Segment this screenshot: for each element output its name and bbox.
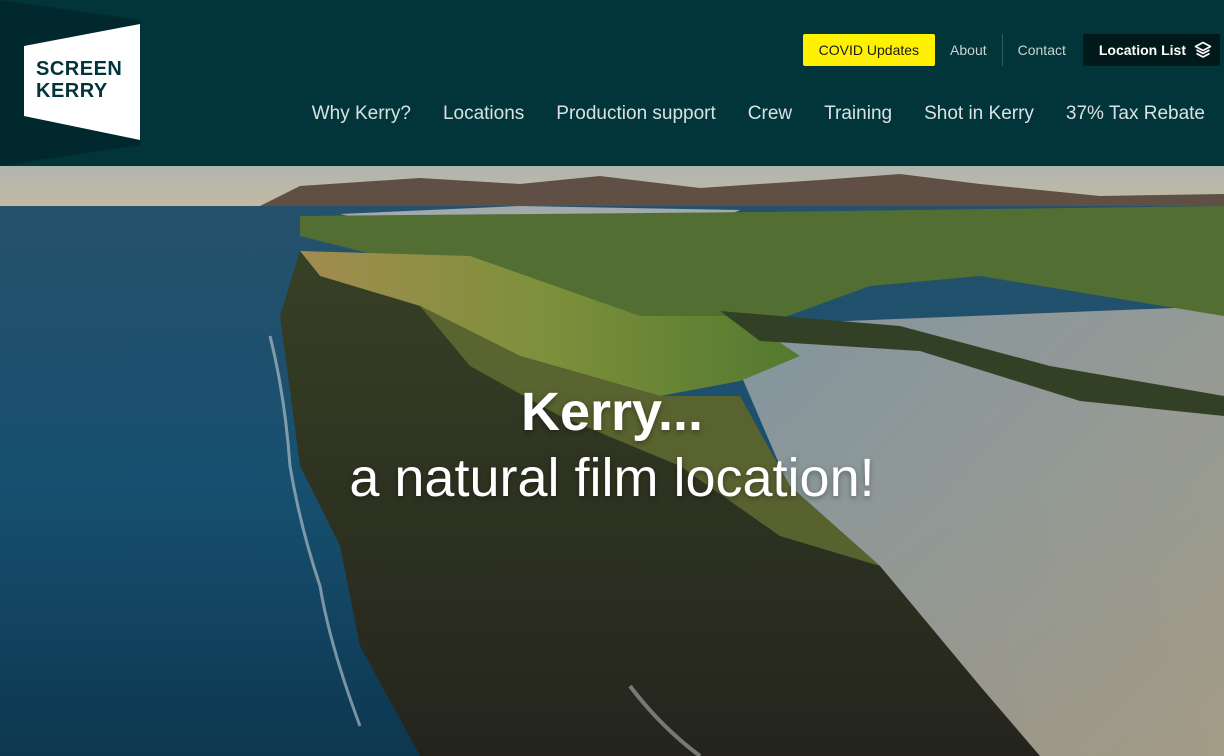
contact-link[interactable]: Contact: [1003, 34, 1081, 66]
nav-production-support[interactable]: Production support: [556, 100, 716, 128]
nav-tax-rebate[interactable]: 37% Tax Rebate: [1066, 100, 1205, 128]
about-link[interactable]: About: [935, 34, 1002, 66]
logo-line-2: KERRY: [36, 80, 108, 102]
location-list-button[interactable]: Location List: [1082, 34, 1220, 66]
nav-locations[interactable]: Locations: [443, 100, 524, 128]
hero-banner: Kerry... a natural film location!: [0, 166, 1224, 756]
utility-nav: COVID Updates About Contact Location Lis…: [802, 34, 1220, 66]
location-list-label: Location List: [1098, 42, 1186, 58]
logo-text[interactable]: SCREEN KERRY: [36, 58, 122, 102]
nav-shot-in-kerry[interactable]: Shot in Kerry: [924, 100, 1034, 128]
nav-why-kerry[interactable]: Why Kerry?: [312, 100, 411, 128]
nav-crew[interactable]: Crew: [748, 100, 792, 128]
site-header: SCREEN KERRY COVID Updates About Contact…: [0, 0, 1224, 166]
hero-title: Kerry...: [520, 382, 704, 442]
covid-updates-button[interactable]: COVID Updates: [802, 34, 936, 66]
nav-training[interactable]: Training: [824, 100, 892, 128]
layers-icon: [1194, 41, 1212, 59]
logo-line-1: SCREEN: [36, 58, 123, 80]
hero-subtitle: a natural film location!: [349, 448, 875, 508]
main-nav: Why Kerry? Locations Production support …: [312, 100, 1205, 128]
